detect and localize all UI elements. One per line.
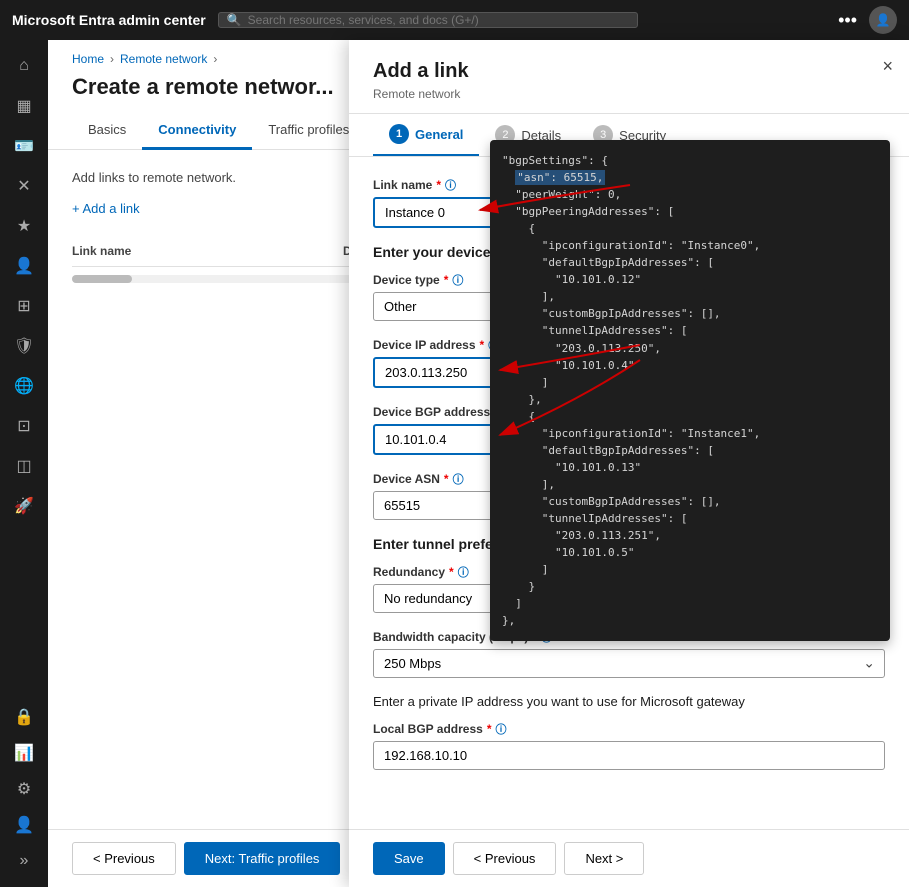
- device-asn-info-icon[interactable]: ⓘ: [453, 471, 464, 487]
- redundancy-info-icon[interactable]: ⓘ: [458, 564, 469, 580]
- bandwidth-select[interactable]: 250 Mbps: [373, 649, 885, 678]
- save-button[interactable]: Save: [373, 842, 445, 875]
- panel-subtitle: Remote network: [373, 87, 885, 101]
- sidebar-icon-star[interactable]: ★: [6, 208, 42, 244]
- local-bgp-input[interactable]: [373, 741, 885, 770]
- breadcrumb-sep1: ›: [110, 52, 114, 66]
- device-type-info-icon[interactable]: ⓘ: [452, 272, 463, 288]
- search-bar[interactable]: 🔍: [218, 12, 638, 28]
- search-icon: 🔍: [227, 13, 242, 27]
- panel-prev-button[interactable]: < Previous: [453, 842, 557, 875]
- sidebar-icon-expand[interactable]: »: [6, 843, 42, 879]
- sidebar-icon-users[interactable]: 👤: [6, 248, 42, 284]
- search-input[interactable]: [248, 13, 629, 27]
- breadcrumb-section[interactable]: Remote network: [120, 52, 207, 66]
- close-icon[interactable]: ×: [882, 56, 893, 77]
- panel-tab-general[interactable]: 1 General: [373, 114, 479, 156]
- sidebar-icon-chart[interactable]: 📊: [6, 735, 42, 771]
- sidebar-icon-person[interactable]: 👤: [6, 807, 42, 843]
- sidebar-icon-app[interactable]: ◫: [6, 448, 42, 484]
- sidebar-icon-groups[interactable]: ⊞: [6, 288, 42, 324]
- breadcrumb-home[interactable]: Home: [72, 52, 104, 66]
- avatar[interactable]: 👤: [869, 6, 897, 34]
- prev-button[interactable]: < Previous: [72, 842, 176, 875]
- sidebar-icon-globe[interactable]: 🌐: [6, 368, 42, 404]
- tab-num-1: 1: [389, 124, 409, 144]
- col-link-name: Link name: [72, 244, 343, 258]
- breadcrumb-sep2: ›: [213, 52, 217, 66]
- local-bgp-section: Enter a private IP address you want to u…: [373, 694, 885, 709]
- panel-tab-general-label: General: [415, 127, 463, 142]
- local-bgp-field: Local BGP address * ⓘ: [373, 721, 885, 770]
- sidebar-icon-shield[interactable]: 🛡: [6, 328, 42, 364]
- bandwidth-select-wrapper: 250 Mbps: [373, 649, 885, 678]
- topbar: Microsoft Entra admin center 🔍 ••• 👤: [0, 0, 909, 40]
- sidebar-icon-home[interactable]: ⌂: [6, 48, 42, 84]
- panel-header: Add a link Remote network ×: [349, 40, 909, 114]
- code-overlay: "bgpSettings": { "asn": 65515, "peerWeig…: [490, 140, 890, 641]
- local-bgp-info-icon[interactable]: ⓘ: [496, 721, 507, 737]
- topbar-right: ••• 👤: [838, 6, 897, 34]
- sidebar-icon-id[interactable]: 🪪: [6, 128, 42, 164]
- sidebar-icon-dashboard[interactable]: ▦: [6, 88, 42, 124]
- more-options-icon[interactable]: •••: [838, 10, 857, 31]
- link-name-info-icon[interactable]: ⓘ: [445, 177, 456, 193]
- tab-basics[interactable]: Basics: [72, 112, 142, 150]
- sidebar-icon-grid[interactable]: ⊡: [6, 408, 42, 444]
- sidebar-icon-settings[interactable]: ⚙: [6, 771, 42, 807]
- tab-connectivity[interactable]: Connectivity: [142, 112, 252, 150]
- local-bgp-label: Local BGP address * ⓘ: [373, 721, 885, 737]
- sidebar: ⌂ ▦ 🪪 ✕ ★ 👤 ⊞ 🛡 🌐 ⊡ ◫ 🚀 🔒 📊 ⚙ 👤 »: [0, 40, 48, 887]
- sidebar-icon-lock[interactable]: 🔒: [6, 699, 42, 735]
- panel-next-button[interactable]: Next >: [564, 842, 644, 875]
- next-button[interactable]: Next: Traffic profiles: [184, 842, 341, 875]
- app-brand: Microsoft Entra admin center: [12, 12, 206, 28]
- sidebar-icon-cross[interactable]: ✕: [6, 168, 42, 204]
- panel-title: Add a link: [373, 60, 885, 83]
- sidebar-icon-rocket[interactable]: 🚀: [6, 488, 42, 524]
- scrollbar-thumb[interactable]: [72, 275, 132, 283]
- panel-bottom: Save < Previous Next >: [349, 829, 909, 887]
